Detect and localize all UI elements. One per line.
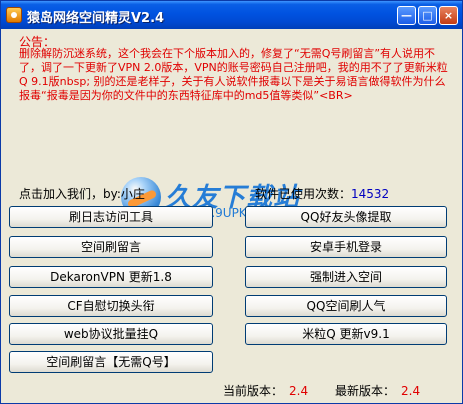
latest-version-value: 2.4 [401,384,421,398]
title-bar[interactable]: 猿岛网络空间精灵V2.4 — □ × [1,1,462,29]
mili-q-button[interactable]: 米粒Q 更新v9.1 [245,323,447,345]
app-window: 猿岛网络空间精灵V2.4 — □ × 公告： 删除解防沉迷系统，这个我会在下个版… [0,0,463,404]
app-icon [6,7,22,23]
log-tool-button[interactable]: 刷日志访问工具 [9,206,213,228]
current-version-label: 当前版本： [223,384,284,398]
dekaron-vpn-button[interactable]: DekaronVPN 更新1.8 [9,266,213,288]
usage-counter: 软件已使用次数：14532 [255,185,389,202]
force-enter-button[interactable]: 强制进入空间 [245,266,447,288]
current-version-value: 2.4 [289,384,309,398]
space-comment-button[interactable]: 空间刷留言 [9,236,213,258]
usage-label: 软件已使用次数： [255,187,352,201]
usage-count: 14532 [351,187,390,201]
no-qq-comment-button[interactable]: 空间刷留言【无需Q号】 [9,351,213,373]
window-title: 猿岛网络空间精灵V2.4 [27,11,165,26]
minimize-button[interactable]: — [397,6,416,25]
web-batch-button[interactable]: web协议批量挂Q [9,323,213,345]
maximize-button[interactable]: □ [418,6,437,25]
cf-switch-button[interactable]: CF自慰切换头衔 [9,295,213,317]
latest-version-label: 最新版本： [335,384,396,398]
close-button[interactable]: × [439,6,458,25]
current-version: 当前版本： 2.4 [223,382,308,399]
join-us-link[interactable]: 点击加入我们，by:小庄 [19,185,145,202]
notice-body: 删除解防沉迷系统，这个我会在下个版本加入的，修复了“无需Q号刷留言”有人说用不了… [19,47,448,102]
latest-version: 最新版本： 2.4 [335,382,420,399]
qq-popularity-button[interactable]: QQ空间刷人气 [245,295,447,317]
qq-avatar-button[interactable]: QQ好友头像提取 [245,206,447,228]
android-login-button[interactable]: 安卓手机登录 [245,236,447,258]
